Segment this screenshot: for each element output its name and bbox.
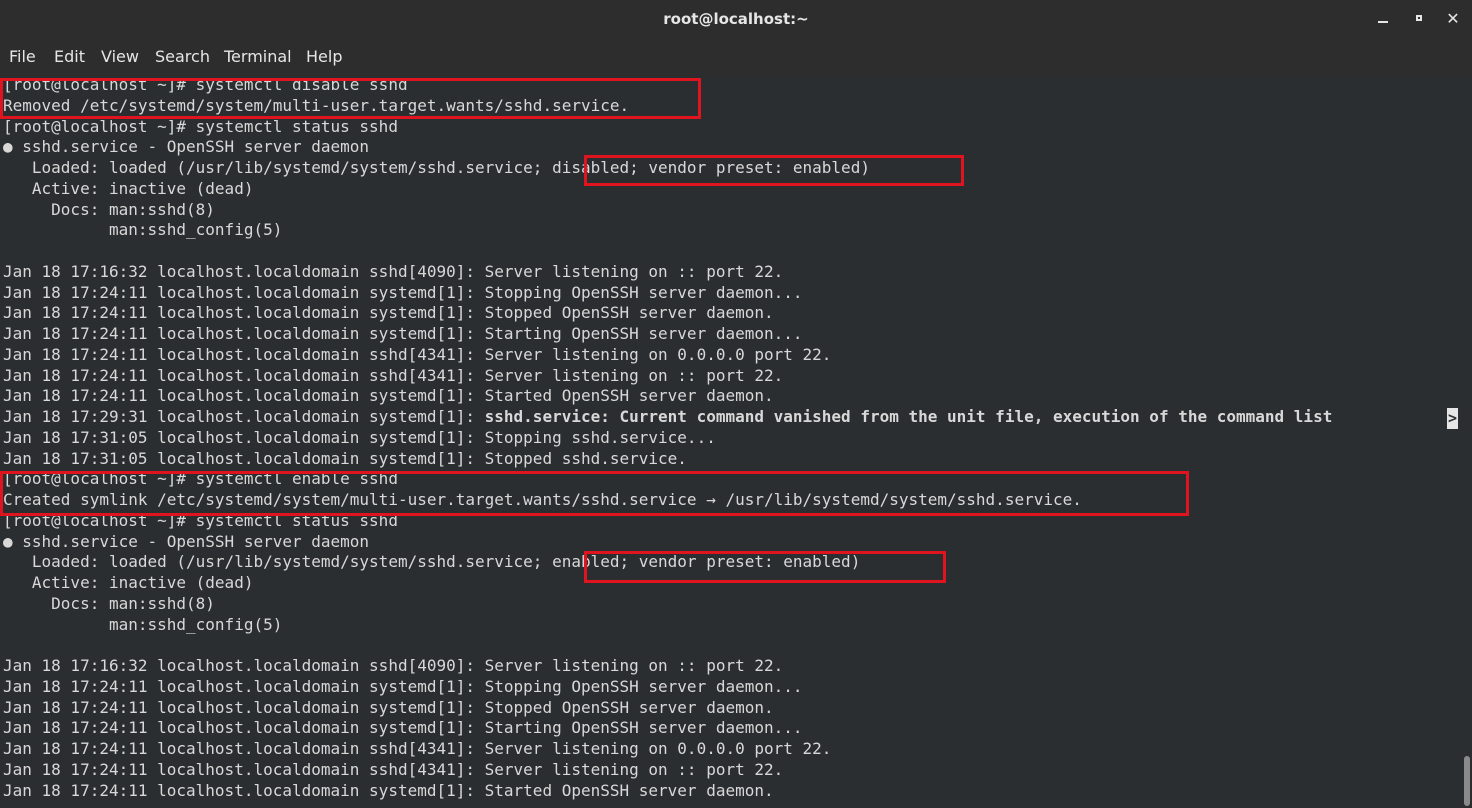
highlight-enable-command xyxy=(0,471,1189,516)
terminal-output[interactable]: [root@localhost ~]# systemctl disable ss… xyxy=(0,76,1472,808)
menu-view[interactable]: View xyxy=(101,38,139,76)
terminal-line: Docs: man:sshd(8) xyxy=(3,199,215,219)
terminal-line: Jan 18 17:24:11 localhost.localdomain ss… xyxy=(3,759,784,779)
terminal-line: Jan 18 17:31:05 localhost.localdomain sy… xyxy=(3,427,716,447)
maximize-button[interactable] xyxy=(1404,6,1434,32)
terminal-scrollbar[interactable] xyxy=(1464,756,1470,806)
menu-search[interactable]: Search xyxy=(155,38,210,76)
highlight-disable-command xyxy=(0,78,701,119)
terminal-line: Jan 18 17:16:32 localhost.localdomain ss… xyxy=(3,656,784,675)
terminal-line: Jan 18 17:24:11 localhost.localdomain sy… xyxy=(3,386,774,406)
terminal-line: Jan 18 17:24:11 localhost.localdomain sy… xyxy=(3,718,803,738)
minimize-button[interactable] xyxy=(1368,6,1398,32)
terminal-line: man:sshd_config(5) xyxy=(3,614,283,634)
highlight-enabled-status xyxy=(584,551,946,583)
maximize-icon xyxy=(1416,15,1422,21)
window-title: root@localhost:~ xyxy=(663,10,809,28)
terminal-line: Jan 18 17:24:11 localhost.localdomain sy… xyxy=(3,697,774,717)
minimize-icon xyxy=(1378,21,1388,23)
terminal-line: Jan 18 17:16:32 localhost.localdomain ss… xyxy=(3,261,784,281)
highlight-disabled-status xyxy=(584,155,964,186)
terminal-line: ● sshd.service - OpenSSH server daemon xyxy=(3,531,370,551)
terminal-line: Jan 18 17:31:05 localhost.localdomain sy… xyxy=(3,448,687,468)
close-button[interactable]: ✕ xyxy=(1438,6,1468,32)
terminal-line: Jan 18 17:24:11 localhost.localdomain sy… xyxy=(3,282,803,302)
menu-help[interactable]: Help xyxy=(306,38,342,76)
terminal-line: Jan 18 17:24:11 localhost.localdomain sy… xyxy=(3,324,803,343)
terminal-line: Jan 18 17:24:11 localhost.localdomain ss… xyxy=(3,365,784,385)
terminal-line: [root@localhost ~]# systemctl status ssh… xyxy=(3,116,398,136)
terminal-line: Jan 18 17:29:31 localhost.localdomain sy… xyxy=(3,407,1333,426)
title-bar[interactable]: root@localhost:~ ✕ xyxy=(0,0,1472,38)
terminal-line: Jan 18 17:24:11 localhost.localdomain ss… xyxy=(3,344,832,364)
terminal-line: Jan 18 17:24:11 localhost.localdomain sy… xyxy=(3,676,803,696)
terminal-line: Docs: man:sshd(8) xyxy=(3,593,215,613)
terminal-line: Jan 18 17:24:11 localhost.localdomain sy… xyxy=(3,780,774,800)
terminal-window: root@localhost:~ ✕ File Edit View Search… xyxy=(0,0,1472,808)
line-overflow-indicator: > xyxy=(1447,408,1458,429)
menu-terminal[interactable]: Terminal xyxy=(224,38,292,76)
terminal-line: Jan 18 17:24:11 localhost.localdomain ss… xyxy=(3,739,832,758)
terminal-line: Jan 18 17:24:11 localhost.localdomain sy… xyxy=(3,303,774,323)
terminal-line: man:sshd_config(5) xyxy=(3,220,283,240)
menu-bar: File Edit View Search Terminal Help xyxy=(0,38,1472,76)
menu-file[interactable]: File xyxy=(9,38,36,76)
menu-edit[interactable]: Edit xyxy=(54,38,85,76)
